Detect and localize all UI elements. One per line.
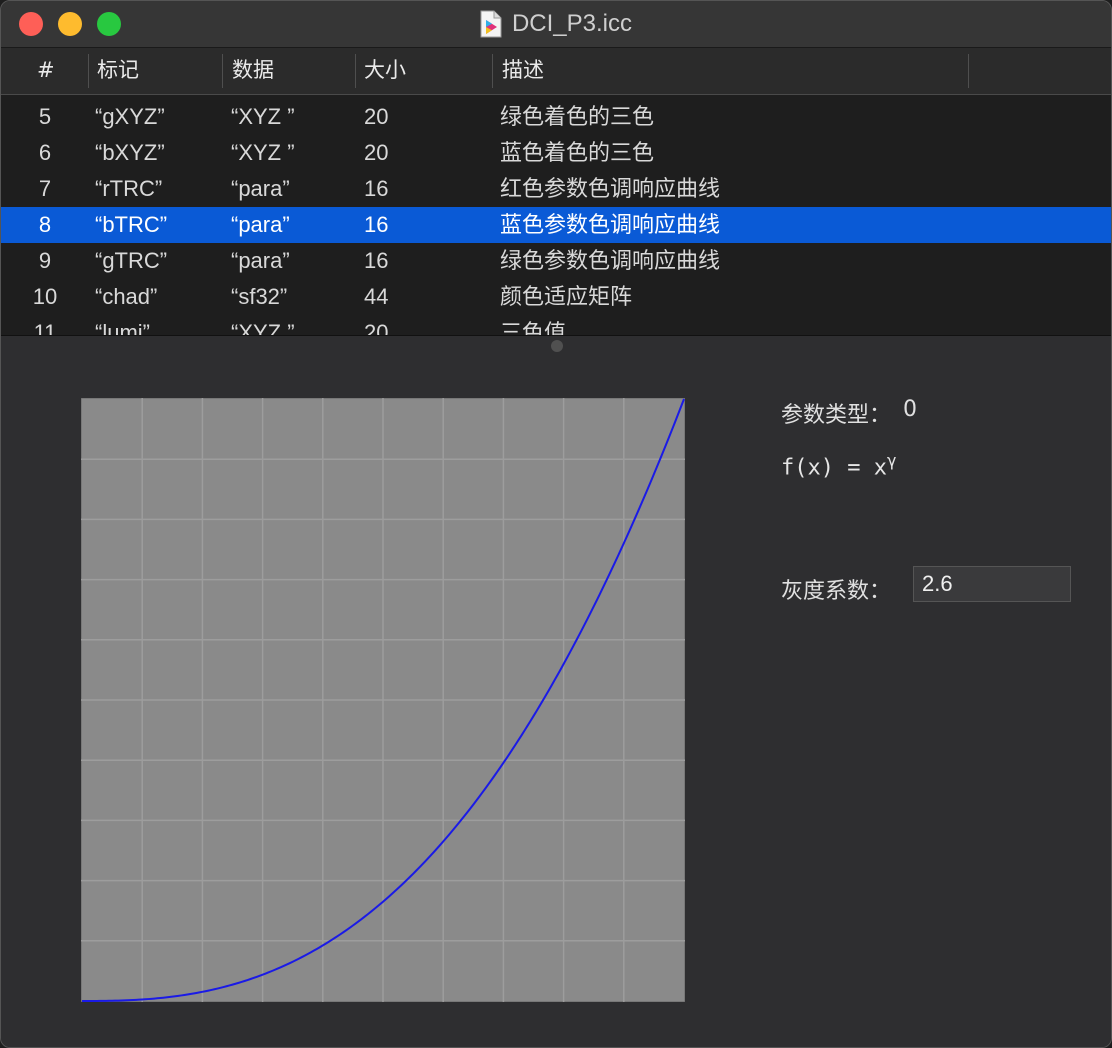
title-group: DCI_P3.icc [1, 1, 1111, 47]
row-description: 三色值 [500, 320, 567, 336]
gamma-value-field[interactable]: 2.6 [913, 566, 1071, 602]
row-description: 绿色着色的三色 [500, 104, 655, 129]
row-number: 9 [38, 248, 52, 273]
column-header-number[interactable]: # [37, 48, 55, 94]
row-tag: “bTRC” [95, 212, 168, 237]
window-title: DCI_P3.icc [511, 10, 633, 37]
table-row[interactable]: 7 “rTRC” “para” 16 红色参数色调响应曲线 [1, 171, 1111, 207]
formula-expression: f(x) = x [781, 455, 887, 481]
column-divider[interactable] [355, 54, 356, 88]
row-number: 11 [33, 320, 57, 336]
row-data-type: “para” [231, 248, 290, 273]
column-header-tag[interactable]: 标记 [97, 48, 139, 94]
gamma-symbol: γ [886, 451, 897, 470]
column-divider[interactable] [222, 54, 223, 88]
row-size: 44 [364, 284, 389, 309]
row-tag: “lumi” [95, 320, 150, 336]
row-data-type: “sf32” [231, 284, 288, 309]
row-size: 20 [364, 140, 389, 165]
tone-response-curve-chart [81, 398, 685, 1002]
formula-text: f(x) = xγ [781, 451, 897, 480]
row-tag: “gXYZ” [95, 104, 165, 129]
row-tag: “rTRC” [95, 176, 163, 201]
row-description: 颜色适应矩阵 [500, 284, 633, 309]
column-header-data[interactable]: 数据 [232, 48, 274, 94]
row-size: 16 [364, 248, 389, 273]
gamma-label: 灰度系数： [781, 579, 892, 604]
param-type-label: 参数类型： [781, 403, 892, 428]
column-header-size[interactable]: 大小 [364, 48, 406, 94]
row-size: 20 [364, 104, 389, 129]
table-row[interactable]: 10 “chad” “sf32” 44 颜色适应矩阵 [1, 279, 1111, 315]
row-number: 7 [38, 176, 52, 201]
app-window: DCI_P3.icc # 标记 数据 大小 描述 5 “gXYZ” “XYZ ”… [0, 0, 1112, 1048]
column-header-description[interactable]: 描述 [502, 48, 544, 94]
row-data-type: “XYZ ” [231, 104, 295, 129]
title-bar: DCI_P3.icc [1, 1, 1111, 48]
table-row[interactable]: 5 “gXYZ” “XYZ ” 20 绿色着色的三色 [1, 99, 1111, 135]
row-data-type: “XYZ ” [231, 320, 295, 336]
row-number: 6 [38, 140, 52, 165]
row-tag: “bXYZ” [95, 140, 165, 165]
row-description: 绿色参数色调响应曲线 [500, 248, 721, 273]
row-size: 16 [364, 212, 389, 237]
row-tag: “gTRC” [95, 248, 168, 273]
table-row[interactable]: 11 “lumi” “XYZ ” 20 三色值 [1, 315, 1111, 336]
row-tag: “chad” [95, 284, 158, 309]
split-view-handle[interactable] [551, 340, 563, 352]
row-size: 16 [364, 176, 389, 201]
row-data-type: “para” [231, 212, 290, 237]
icc-file-icon [480, 10, 502, 38]
param-type-value: 0 [903, 397, 917, 422]
row-data-type: “para” [231, 176, 290, 201]
table-row[interactable]: 9 “gTRC” “para” 16 绿色参数色调响应曲线 [1, 243, 1111, 279]
row-description: 蓝色参数色调响应曲线 [500, 212, 721, 237]
column-divider[interactable] [88, 54, 89, 88]
row-number: 5 [38, 104, 52, 129]
row-description: 蓝色着色的三色 [500, 140, 655, 165]
row-number: 8 [38, 212, 52, 237]
row-number: 10 [32, 284, 58, 309]
table-row[interactable]: 6 “bXYZ” “XYZ ” 20 蓝色着色的三色 [1, 135, 1111, 171]
row-description: 红色参数色调响应曲线 [500, 176, 721, 201]
table-row-selected[interactable]: 8 “bTRC” “para” 16 蓝色参数色调响应曲线 [1, 207, 1111, 243]
column-divider[interactable] [968, 54, 969, 88]
table-header: # 标记 数据 大小 描述 [1, 48, 1111, 95]
column-divider[interactable] [492, 54, 493, 88]
row-data-type: “XYZ ” [231, 140, 295, 165]
tag-table[interactable]: 5 “gXYZ” “XYZ ” 20 绿色着色的三色 6 “bXYZ” “XYZ… [1, 95, 1111, 336]
row-size: 20 [364, 320, 389, 336]
